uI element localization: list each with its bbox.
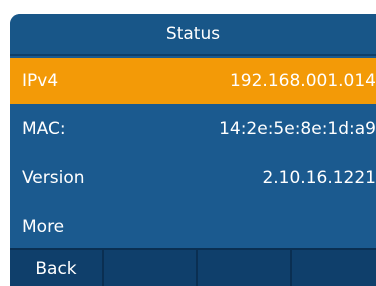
row-value: 2.10.16.1221	[262, 168, 376, 188]
row-value: 14:2e:5e:8e:1d:a9	[219, 119, 376, 139]
status-row-more[interactable]: More	[10, 204, 376, 250]
back-softkey[interactable]: Back	[10, 250, 104, 286]
status-row-version[interactable]: Version 2.10.16.1221	[10, 155, 376, 201]
softkey-4[interactable]	[292, 250, 376, 286]
row-label: Version	[22, 168, 85, 188]
row-label: MAC:	[22, 119, 66, 139]
row-label: More	[22, 217, 65, 237]
row-label: IPv4	[22, 71, 59, 91]
row-value: 192.168.001.014	[229, 71, 376, 91]
status-screen: Status IPv4 192.168.001.014 MAC: 14:2e:5…	[10, 14, 376, 286]
screen-title: Status	[10, 14, 376, 56]
status-row-ipv4[interactable]: IPv4 192.168.001.014	[10, 58, 376, 104]
softkey-3[interactable]	[198, 250, 292, 286]
softkey-2[interactable]	[104, 250, 198, 286]
softkey-bar: Back	[10, 248, 376, 286]
status-row-mac[interactable]: MAC: 14:2e:5e:8e:1d:a9	[10, 106, 376, 152]
